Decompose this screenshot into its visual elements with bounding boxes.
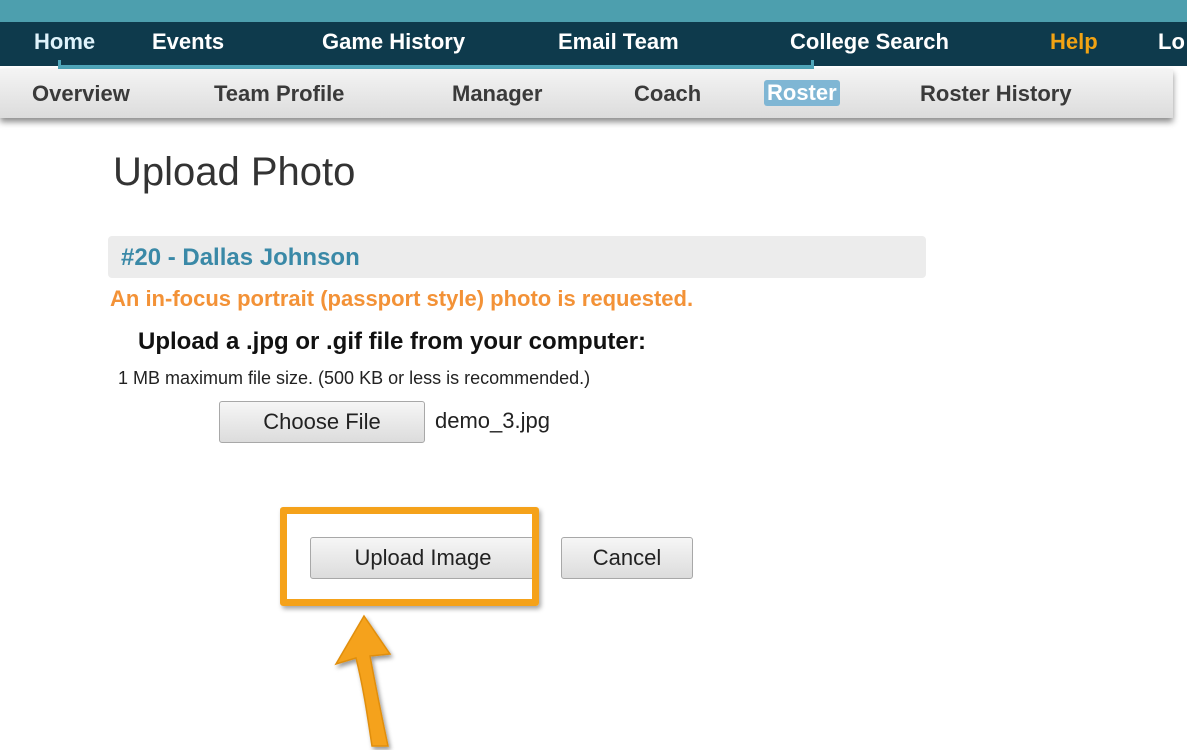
upload-image-button[interactable]: Upload Image xyxy=(310,537,536,579)
nav-events[interactable]: Events xyxy=(152,29,224,55)
cancel-button[interactable]: Cancel xyxy=(561,537,693,579)
subnav-overview[interactable]: Overview xyxy=(32,81,130,107)
top-strip xyxy=(0,0,1187,22)
nav-college-search[interactable]: College Search xyxy=(790,29,949,55)
page-title: Upload Photo xyxy=(113,150,356,194)
player-name: #20 - Dallas Johnson xyxy=(121,244,360,271)
nav-help[interactable]: Help xyxy=(1050,29,1098,55)
nav-game-history[interactable]: Game History xyxy=(322,29,465,55)
selected-file-name: demo_3.jpg xyxy=(435,408,550,433)
player-header: #20 - Dallas Johnson xyxy=(108,236,926,278)
size-note: 1 MB maximum file size. (500 KB or less … xyxy=(118,368,591,388)
upload-heading: Upload a .jpg or .gif file from your com… xyxy=(138,328,647,355)
nav-home[interactable]: Home xyxy=(34,29,95,55)
sub-nav: Overview Team Profile Manager Coach Rost… xyxy=(0,69,1173,118)
subnav-manager[interactable]: Manager xyxy=(452,81,542,107)
request-note: An in-focus portrait (passport style) ph… xyxy=(110,286,694,311)
subnav-roster-history[interactable]: Roster History xyxy=(920,81,1072,107)
nav-email-team[interactable]: Email Team xyxy=(558,29,679,55)
subnav-coach[interactable]: Coach xyxy=(634,81,701,107)
page: Home Events Game History Email Team Coll… xyxy=(0,0,1187,753)
main-nav: Home Events Game History Email Team Coll… xyxy=(0,22,1187,70)
choose-file-button[interactable]: Choose File xyxy=(219,401,425,443)
subnav-roster[interactable]: Roster xyxy=(764,80,840,106)
arrow-up-icon xyxy=(334,614,392,747)
nav-logout[interactable]: Lo xyxy=(1158,29,1185,55)
subnav-team-profile[interactable]: Team Profile xyxy=(214,81,344,107)
